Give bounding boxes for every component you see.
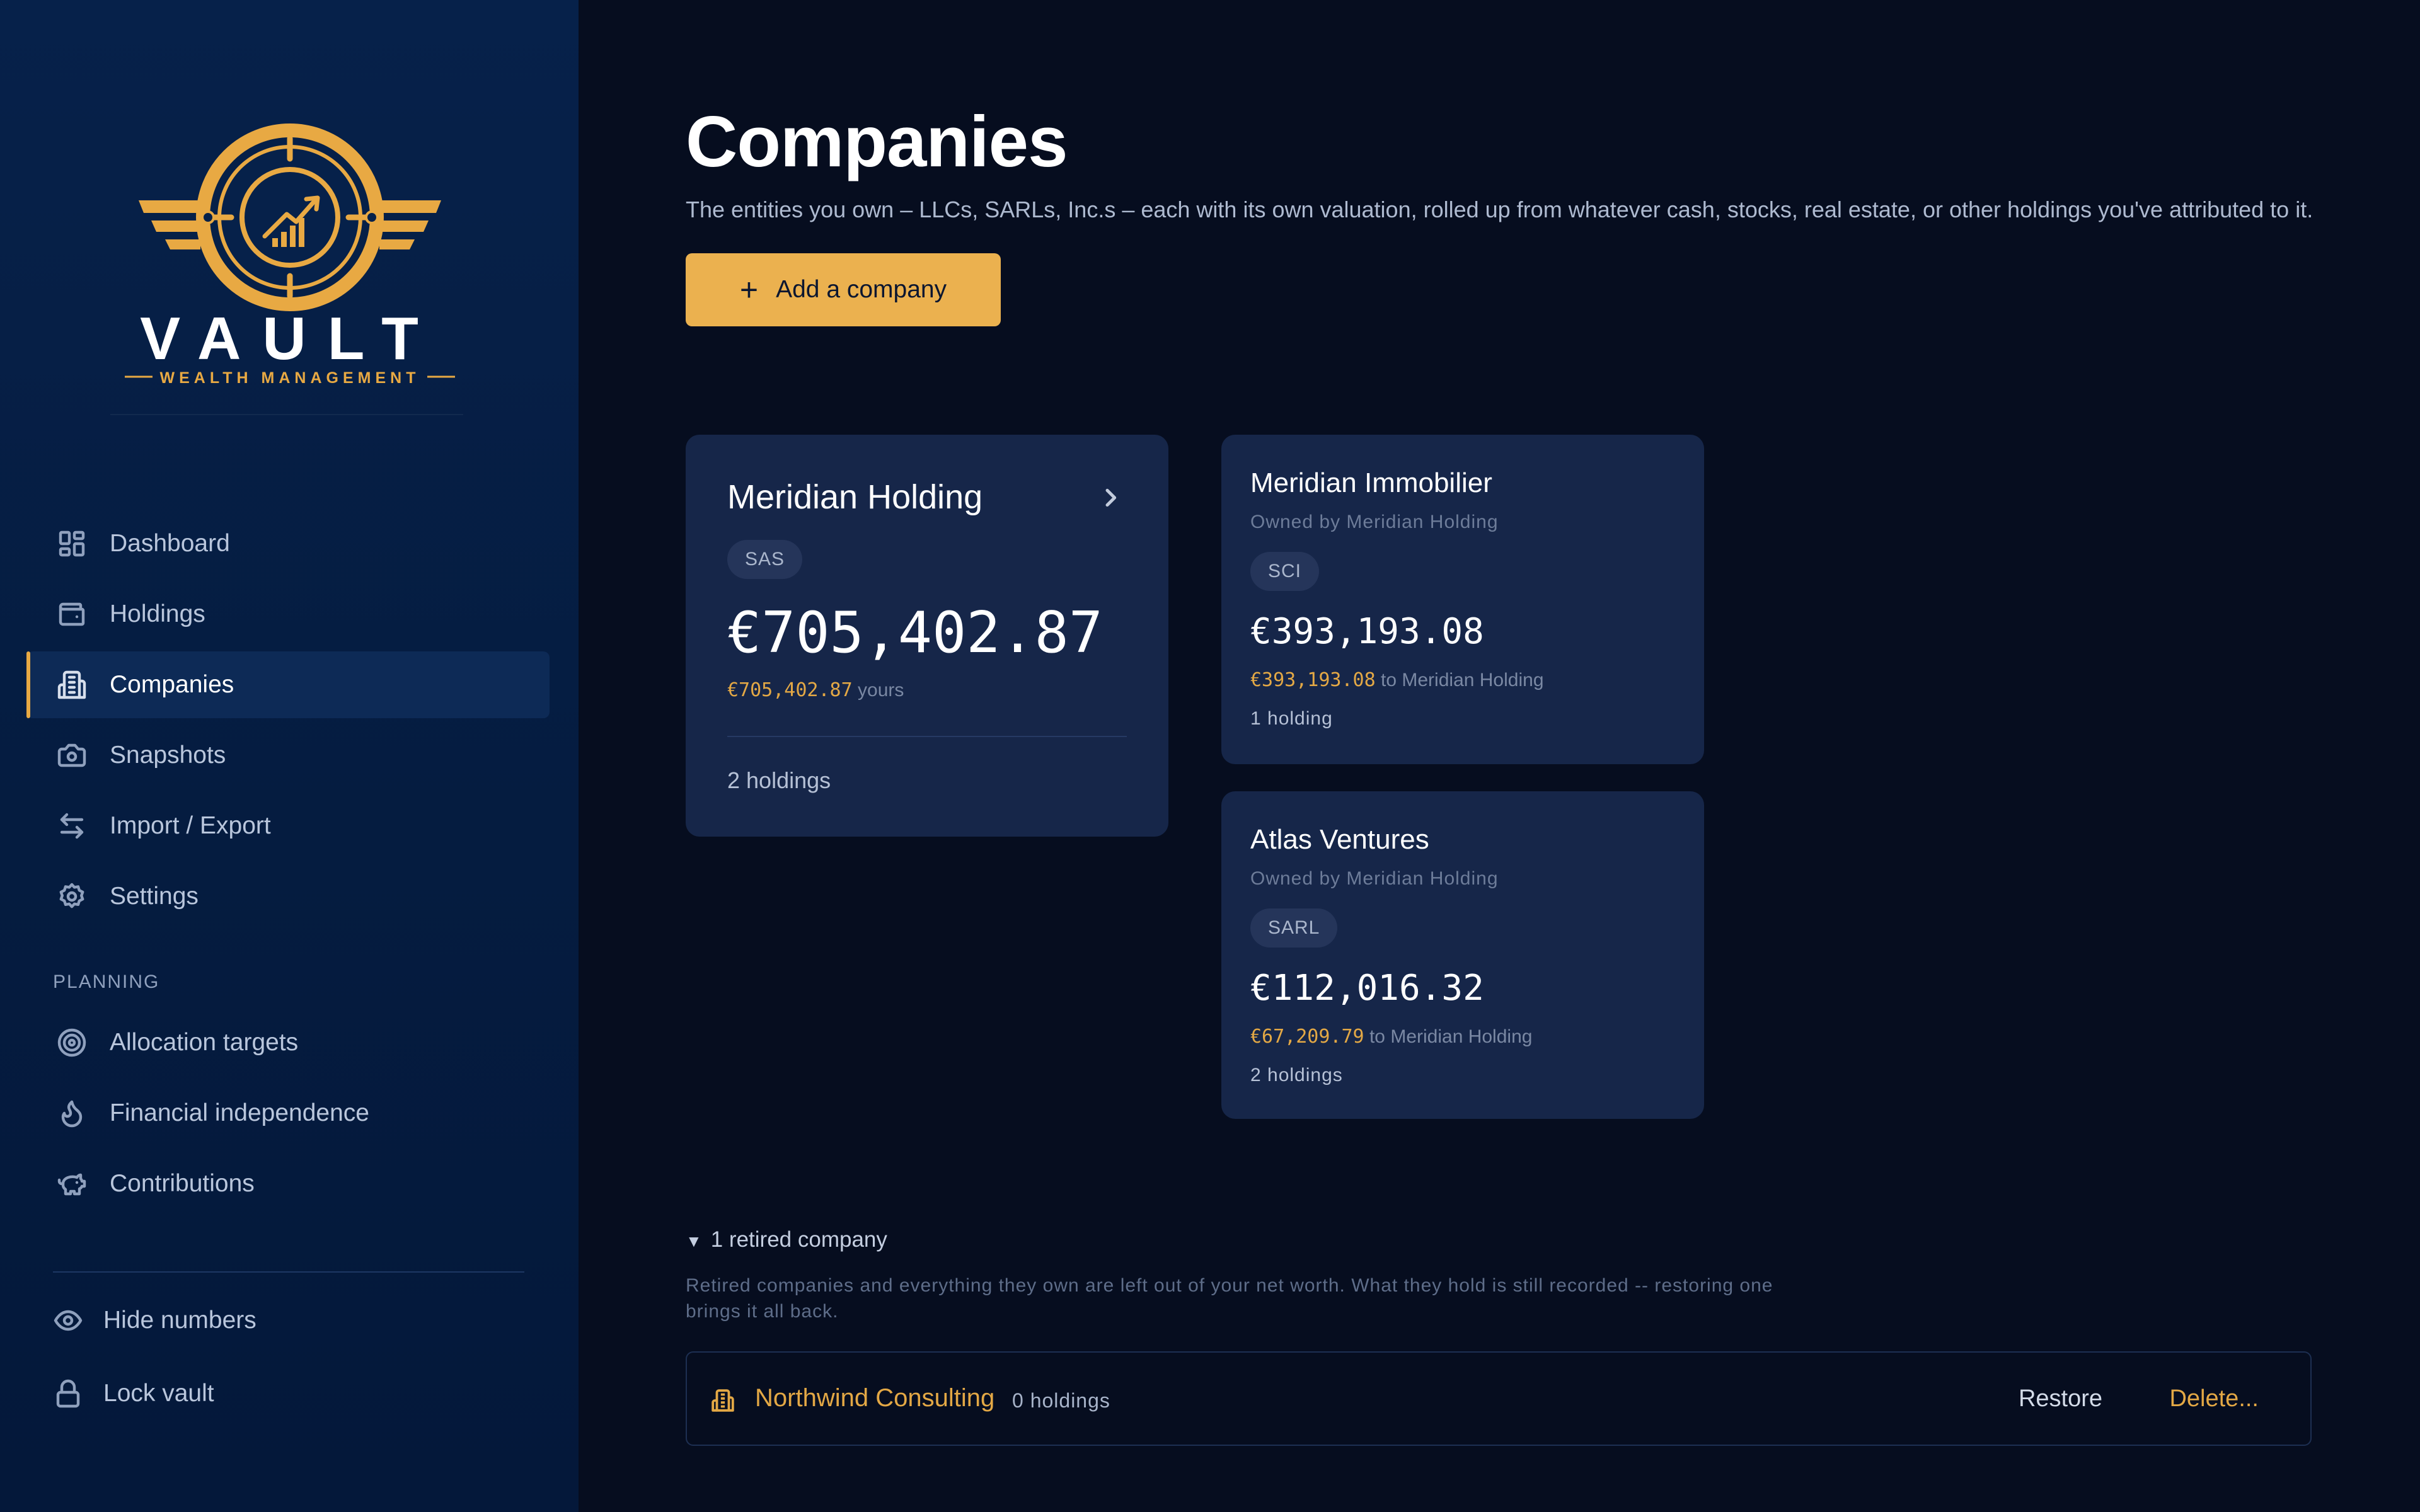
sidebar-item-label: Contributions: [110, 1170, 255, 1197]
vault-logo: VAULT WEALTH MANAGEMENT: [125, 123, 455, 387]
sidebar-item-snapshots[interactable]: Snapshots: [26, 722, 550, 789]
sidebar-item-settings[interactable]: Settings: [26, 863, 550, 930]
retired-company-row: Northwind Consulting 0 holdings Restore …: [686, 1351, 2312, 1446]
company-name: Meridian Immobilier: [1250, 467, 1492, 498]
sidebar-item-label: Allocation targets: [110, 1029, 299, 1056]
restore-button[interactable]: Restore: [2019, 1385, 2102, 1412]
company-type-badge: SCI: [1250, 552, 1320, 591]
sidebar-item-label: Import / Export: [110, 812, 271, 839]
sidebar-item-label: Companies: [110, 671, 234, 698]
company-holdings-count: 1 holding: [1250, 708, 1333, 729]
sidebar-item-label: Dashboard: [110, 530, 230, 557]
company-share: €67,209.79 to Meridian Holding: [1250, 1026, 1533, 1048]
piggy-bank-icon: [57, 1173, 86, 1196]
company-card-meridian-holding[interactable]: Meridian Holding SAS €705,402.87 €705,40…: [686, 435, 1168, 837]
company-owner: Owned by Meridian Holding: [1250, 512, 1499, 532]
sidebar-item-label: Financial independence: [110, 1099, 369, 1126]
camera-icon: [57, 743, 86, 767]
company-name: Atlas Ventures: [1250, 824, 1429, 855]
company-value: €112,016.32: [1250, 968, 1484, 1009]
card-divider: [727, 736, 1127, 737]
gear-icon: [59, 883, 84, 908]
sidebar-item-holdings[interactable]: Holdings: [26, 581, 550, 648]
retired-company-name[interactable]: Northwind Consulting: [755, 1384, 994, 1412]
hide-numbers-button[interactable]: Hide numbers: [53, 1295, 256, 1346]
page-title: Companies: [686, 102, 1068, 182]
sidebar-item-companies[interactable]: Companies: [26, 651, 550, 718]
company-value: €393,193.08: [1250, 611, 1484, 652]
dashboard-icon: [59, 530, 85, 557]
sidebar-item-financial-independence[interactable]: Financial independence: [26, 1080, 550, 1147]
company-name: Meridian Holding: [727, 478, 983, 516]
target-icon: [57, 1028, 86, 1057]
retired-company-holdings: 0 holdings: [1012, 1389, 1110, 1412]
company-type-badge: SARL: [1250, 908, 1338, 948]
delete-button[interactable]: Delete...: [2169, 1385, 2259, 1412]
building-icon: [57, 670, 86, 699]
company-card-meridian-immobilier[interactable]: Meridian Immobilier Owned by Meridian Ho…: [1221, 435, 1704, 764]
company-owner: Owned by Meridian Holding: [1250, 868, 1499, 889]
company-share: €393,193.08 to Meridian Holding: [1250, 669, 1544, 691]
sidebar: VAULT WEALTH MANAGEMENT Dashboard Holdin…: [0, 0, 579, 1512]
svg-text:WEALTH MANAGEMENT: WEALTH MANAGEMENT: [160, 369, 420, 387]
chevron-right-icon[interactable]: [1098, 485, 1123, 510]
sidebar-item-import-export[interactable]: Import / Export: [26, 793, 550, 859]
sidebar-item-label: Snapshots: [110, 742, 226, 769]
lock-vault-button[interactable]: Lock vault: [53, 1368, 214, 1419]
triangle-down-icon: ▼: [686, 1232, 702, 1251]
sidebar-item-dashboard[interactable]: Dashboard: [26, 510, 550, 577]
company-holdings-count: 2 holdings: [727, 767, 831, 793]
company-yours: €705,402.87 yours: [727, 679, 904, 701]
arrows-swap-icon: [60, 813, 84, 839]
sidebar-item-allocation-targets[interactable]: Allocation targets: [26, 1009, 550, 1076]
retired-companies-toggle[interactable]: ▼ 1 retired company: [686, 1227, 887, 1252]
company-card-atlas-ventures[interactable]: Atlas Ventures Owned by Meridian Holding…: [1221, 791, 1704, 1119]
add-company-button[interactable]: + Add a company: [686, 253, 1001, 326]
building-icon: [712, 1389, 734, 1412]
main-content: Companies The entities you own – LLCs, S…: [579, 0, 2420, 1512]
company-type-badge: SAS: [727, 540, 803, 579]
sidebar-divider: [53, 1271, 524, 1273]
retired-note: Retired companies and everything they ow…: [686, 1275, 1773, 1322]
plus-icon: +: [739, 272, 759, 307]
sidebar-item-label: Settings: [110, 883, 199, 910]
logo-divider: [110, 414, 463, 415]
flame-icon: [61, 1100, 83, 1128]
wallet-icon: [59, 602, 85, 626]
page-description: The entities you own – LLCs, SARLs, Inc.…: [686, 197, 2313, 222]
planning-section-label: PLANNING: [53, 971, 160, 992]
lock-icon: [56, 1379, 80, 1408]
sidebar-item-contributions[interactable]: Contributions: [26, 1150, 550, 1217]
company-holdings-count: 2 holdings: [1250, 1065, 1343, 1085]
eye-icon: [54, 1310, 83, 1331]
company-value: €705,402.87: [727, 600, 1103, 666]
svg-text:VAULT: VAULT: [140, 305, 440, 372]
sidebar-item-label: Holdings: [110, 600, 205, 627]
